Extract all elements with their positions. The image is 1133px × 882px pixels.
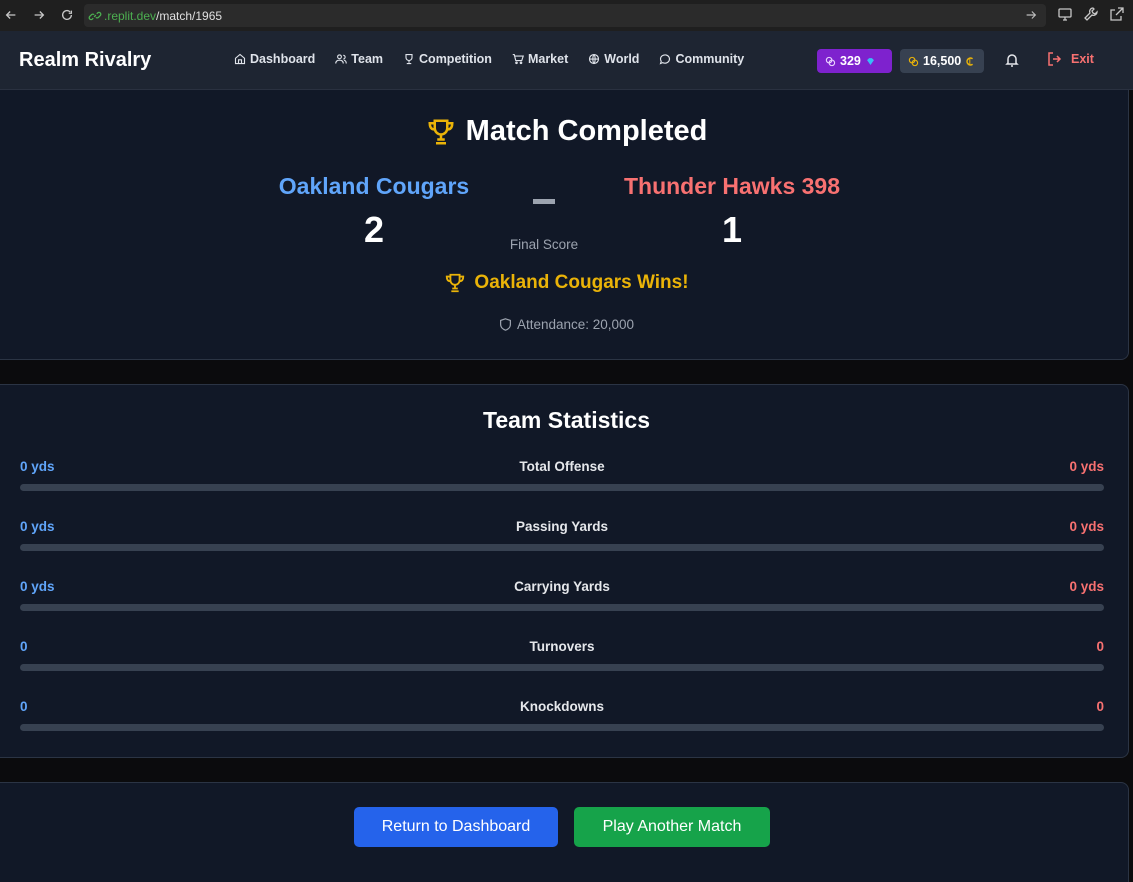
coins-stack-icon bbox=[908, 56, 919, 66]
stat-away-value: 0 yds bbox=[1069, 519, 1104, 534]
reload-icon[interactable] bbox=[56, 4, 78, 26]
bell-icon[interactable] bbox=[1004, 52, 1020, 68]
exit-label: Exit bbox=[1071, 52, 1094, 66]
away-team-name: Thunder Hawks 398 bbox=[623, 173, 841, 199]
stat-row-carrying-yards: 0 yds Carrying Yards 0 yds bbox=[20, 579, 1104, 611]
gem-icon bbox=[866, 57, 874, 65]
back-icon[interactable] bbox=[0, 4, 22, 26]
match-title: Match Completed bbox=[0, 115, 1133, 148]
stat-bar bbox=[20, 544, 1104, 551]
nav-competition[interactable]: Competition bbox=[403, 52, 492, 66]
stat-bar bbox=[20, 724, 1104, 731]
url-domain: .replit.dev bbox=[104, 8, 157, 23]
actions-card bbox=[0, 782, 1129, 882]
home-team-name: Oakland Cougars bbox=[278, 173, 470, 199]
final-score-label: Final Score bbox=[509, 237, 579, 252]
arrow-right-icon[interactable] bbox=[1024, 8, 1038, 22]
stat-row-knockdowns: 0 Knockdowns 0 bbox=[20, 699, 1104, 731]
stat-bar bbox=[20, 604, 1104, 611]
stat-label: Passing Yards bbox=[515, 519, 609, 534]
app-header: Realm Rivalry Dashboard Team Competition… bbox=[0, 31, 1133, 90]
chat-icon bbox=[660, 54, 671, 65]
exit-button[interactable]: Exit bbox=[1047, 51, 1094, 67]
stat-row-turnovers: 0 Turnovers 0 bbox=[20, 639, 1104, 671]
stat-away-value: 0 bbox=[1096, 639, 1104, 654]
cart-icon bbox=[512, 53, 524, 65]
stat-away-value: 0 bbox=[1096, 699, 1104, 714]
stat-bar bbox=[20, 484, 1104, 491]
users-icon bbox=[335, 54, 348, 64]
external-link-icon[interactable] bbox=[1109, 6, 1125, 22]
nav-community[interactable]: Community bbox=[659, 52, 744, 66]
play-another-match-button[interactable]: Play Another Match bbox=[574, 807, 770, 847]
trophy-icon bbox=[446, 273, 465, 293]
forward-icon[interactable] bbox=[28, 4, 50, 26]
stat-label: Carrying Yards bbox=[514, 579, 610, 594]
nav-market-label: Market bbox=[527, 52, 569, 66]
away-score: 1 bbox=[721, 209, 743, 250]
nav-competition-label: Competition bbox=[419, 52, 492, 66]
globe-icon bbox=[589, 53, 600, 65]
coins-badge[interactable]: 16,500 bbox=[900, 49, 984, 73]
nav-dashboard-label: Dashboard bbox=[250, 52, 316, 66]
nav-world[interactable]: World bbox=[588, 52, 639, 66]
link-icon bbox=[88, 11, 102, 20]
stat-row-passing-yards: 0 yds Passing Yards 0 yds bbox=[20, 519, 1104, 551]
trophy-icon bbox=[428, 119, 454, 144]
home-score: 2 bbox=[363, 209, 385, 250]
match-title-text: Match Completed bbox=[465, 115, 708, 147]
home-icon bbox=[234, 53, 246, 65]
nav-team-label: Team bbox=[351, 52, 384, 66]
wrench-icon[interactable] bbox=[1083, 6, 1099, 22]
stat-label: Total Offense bbox=[519, 459, 605, 474]
winner-banner: Oakland Cougars Wins! bbox=[0, 272, 1133, 294]
nav-team[interactable]: Team bbox=[335, 52, 383, 66]
stat-label: Turnovers bbox=[529, 639, 595, 654]
gems-count: 329 bbox=[840, 54, 861, 68]
coins-count: 16,500 bbox=[923, 54, 962, 68]
shield-icon bbox=[499, 318, 511, 331]
gems-badge[interactable]: 329 bbox=[817, 49, 892, 73]
nav-market[interactable]: Market bbox=[512, 52, 568, 66]
nav-world-label: World bbox=[604, 52, 640, 66]
monitor-icon[interactable] bbox=[1057, 6, 1073, 22]
currency-icon bbox=[966, 56, 974, 66]
stat-row-total-offense: 0 yds Total Offense 0 yds bbox=[20, 459, 1104, 491]
stat-label: Knockdowns bbox=[519, 699, 604, 714]
nav-community-label: Community bbox=[675, 52, 745, 66]
attendance: Attendance: 20,000 bbox=[0, 317, 1133, 332]
address-bar[interactable]: .replit.dev/match/1965 bbox=[84, 4, 1046, 27]
logout-icon bbox=[1048, 52, 1062, 66]
stat-bar bbox=[20, 664, 1104, 671]
return-to-dashboard-button[interactable]: Return to Dashboard bbox=[354, 807, 558, 847]
nav-dashboard[interactable]: Dashboard bbox=[234, 52, 315, 66]
brand-title[interactable]: Realm Rivalry bbox=[19, 49, 151, 72]
main-nav: Dashboard Team Competition Market World … bbox=[234, 52, 744, 66]
attendance-text: Attendance: 20,000 bbox=[516, 317, 635, 332]
browser-toolbar: .replit.dev/match/1965 bbox=[0, 0, 1133, 31]
stats-title: Team Statistics bbox=[482, 407, 651, 433]
winner-text: Oakland Cougars Wins! bbox=[474, 272, 689, 293]
stat-away-value: 0 yds bbox=[1069, 459, 1104, 474]
url-path: /match/1965 bbox=[156, 8, 223, 23]
coins-stack-icon bbox=[825, 56, 836, 66]
trophy-icon bbox=[405, 53, 413, 65]
stat-away-value: 0 yds bbox=[1069, 579, 1104, 594]
score-separator bbox=[533, 199, 555, 204]
